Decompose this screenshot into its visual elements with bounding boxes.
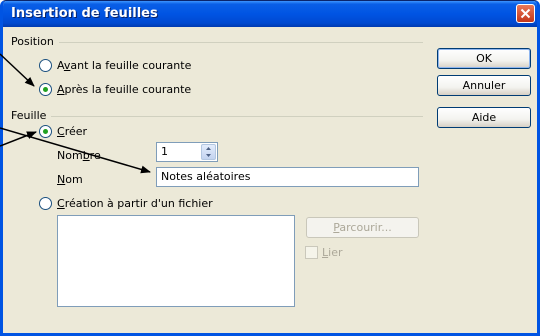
arrow-to-create-option [0,131,37,147]
annotation-arrows [0,53,151,174]
arrow-to-after-option [0,53,35,87]
arrow-to-name-field [0,127,151,174]
